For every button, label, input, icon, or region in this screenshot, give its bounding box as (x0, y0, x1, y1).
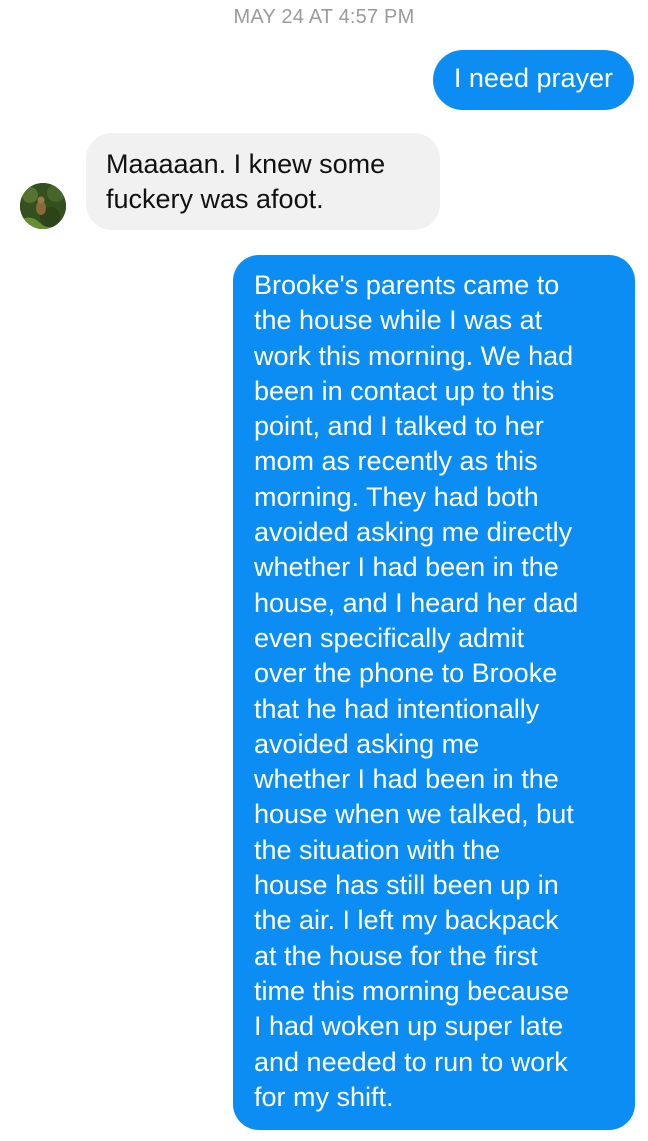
message-text-line: mom as recently as this (254, 446, 538, 477)
message-text-line: house when we talked, but (254, 799, 574, 830)
message-bubble-incoming[interactable]: Maaaaan. I knew some fuckery was afoot. (86, 133, 440, 230)
message-text-line: avoided asking me directly (254, 517, 573, 548)
message-text-line: Brooke's parents came to (254, 270, 560, 300)
message-text-line: over the phone to Brooke (254, 658, 558, 689)
message-text-line: even specifically admit (254, 622, 525, 653)
message-text-line: house has still been up in (254, 870, 559, 901)
message-text-line: the situation with the (254, 834, 501, 865)
conversation-timestamp: MAY 24 AT 4:57 PM (233, 6, 415, 28)
message-text-line: fuckery was afoot. (106, 184, 324, 215)
message-text-line: work this morning. We had (254, 340, 574, 371)
message-text-line: been in contact up to this (254, 375, 555, 406)
message-bubble-outgoing[interactable]: Brooke's parents came to the house while… (233, 255, 635, 1130)
avatar-photo-icon (20, 183, 66, 229)
message-text-line: for my shift. (254, 1081, 394, 1112)
message-text-line: whether I had been in the (254, 764, 559, 795)
message-text-line: house, and I heard her dad (254, 587, 579, 618)
message-text-line: point, and I talked to her (254, 411, 544, 442)
message-text-line: at the house for the first (254, 940, 538, 971)
message-text-line: I need prayer (453, 63, 613, 93)
contact-avatar[interactable] (20, 183, 66, 229)
message-text-line: I had woken up super late (254, 1011, 564, 1042)
message-bubble-outgoing[interactable]: I need prayer (432, 50, 634, 110)
message-text-line: whether I had been in the (254, 552, 559, 583)
message-text-line: the air. I left my backpack (254, 905, 559, 936)
message-text-line: time this morning because (254, 975, 570, 1006)
message-text-line: that he had intentionally (254, 693, 540, 724)
message-text-line: avoided asking me (254, 728, 480, 759)
message-text-line: morning. They had both (254, 481, 539, 512)
message-text-line: the house while I was at (254, 305, 543, 336)
message-text-line: and needed to run to work (254, 1046, 568, 1077)
message-text-line: Maaaaan. I knew some (106, 149, 386, 179)
